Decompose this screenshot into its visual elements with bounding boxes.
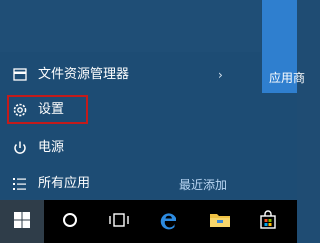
menu-item-label: 文件资源管理器 — [38, 67, 130, 82]
menu-item-power[interactable]: 电源 — [0, 133, 261, 163]
power-icon — [12, 140, 28, 156]
cortana-circle-icon — [61, 211, 79, 233]
start-button[interactable] — [0, 200, 44, 243]
settings-highlight-box — [7, 95, 88, 124]
windows-logo-icon — [13, 211, 31, 233]
recently-added-label: 最近添加 — [179, 178, 228, 192]
start-menu-header — [0, 0, 261, 52]
taskbar — [0, 200, 297, 243]
menu-item-file-explorer[interactable]: 文件资源管理器 › — [0, 60, 261, 90]
cortana-button[interactable] — [48, 200, 92, 243]
menu-item-label: 电源 — [38, 140, 65, 155]
store-tile-label: 应用商 — [269, 71, 306, 85]
edge-icon — [159, 210, 179, 234]
list-icon — [12, 176, 28, 192]
menu-item-label: 所有应用 — [38, 176, 91, 191]
chevron-right-icon: › — [218, 68, 223, 82]
file-explorer-icon — [209, 211, 231, 233]
edge-button[interactable] — [147, 200, 191, 243]
file-explorer-button[interactable] — [198, 200, 242, 243]
start-menu: 应用商 文件资源管理器 › 设置 电源 所有应用 最近添加 — [0, 0, 305, 199]
task-view-button[interactable] — [97, 200, 141, 243]
store-button[interactable] — [246, 200, 290, 243]
task-view-icon — [108, 211, 130, 233]
folder-explorer-icon — [12, 67, 28, 83]
store-icon — [258, 209, 278, 234]
